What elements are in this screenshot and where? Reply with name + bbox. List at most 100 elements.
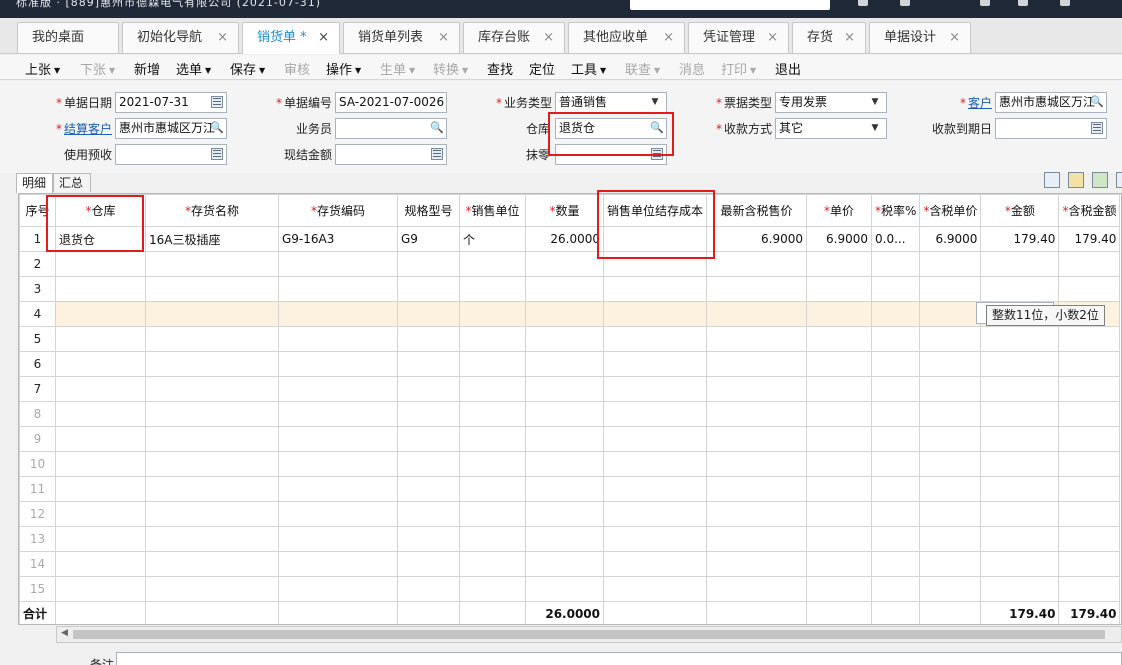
grid-select-icon[interactable] (211, 148, 223, 160)
prepay-field[interactable] (115, 144, 227, 165)
grid-cell[interactable] (145, 401, 279, 427)
new-button[interactable]: 新增 (134, 59, 160, 78)
table-row[interactable]: 11 (19, 476, 1121, 502)
grid-cell[interactable] (919, 351, 982, 377)
grid-cell[interactable] (602, 501, 708, 527)
tab-desktop[interactable]: 我的桌面 (17, 22, 119, 53)
grid-cell[interactable] (919, 251, 982, 277)
grid-cell[interactable] (806, 276, 873, 302)
linked-query-button[interactable]: 联查 ▼ (625, 59, 660, 78)
close-icon[interactable]: × (318, 23, 329, 52)
table-row[interactable]: 1 退货仓 16A三极插座 G9-16A3 G9 个 26.0000 6.9000 6.9000… (19, 226, 1121, 252)
grid-cell[interactable] (55, 326, 146, 352)
grid-cell[interactable] (1058, 276, 1121, 302)
grid-cell[interactable] (55, 251, 146, 277)
search-icon[interactable]: 🔍 (210, 121, 224, 135)
grid-cell[interactable] (145, 326, 279, 352)
grid-cell[interactable] (980, 426, 1060, 452)
grid-cell[interactable] (980, 351, 1060, 377)
grid-cell[interactable] (145, 501, 279, 527)
grid-cell[interactable]: 6.9000 (706, 226, 808, 252)
grid-cell[interactable] (278, 526, 398, 552)
grid-cell[interactable] (919, 276, 982, 302)
grid-cell[interactable] (871, 426, 921, 452)
table-row[interactable]: 8 (19, 401, 1121, 427)
grid-cell[interactable]: 退货仓 (55, 226, 146, 252)
copy-row-icon[interactable] (1044, 172, 1060, 188)
tab-doc-design[interactable]: 单据设计 × (869, 22, 971, 53)
grid-cell[interactable] (145, 526, 279, 552)
remark-field[interactable] (116, 652, 1122, 665)
grid-cell[interactable] (397, 501, 460, 527)
grid-cell[interactable] (980, 501, 1060, 527)
grid-cell[interactable] (278, 376, 398, 402)
table-row[interactable]: 14 (19, 551, 1121, 577)
grid-cell[interactable] (602, 376, 708, 402)
prev-button[interactable]: 上张 ▼ (25, 59, 60, 78)
cash-amount-field[interactable] (335, 144, 447, 165)
horizontal-scrollbar[interactable]: ◀ (56, 626, 1122, 643)
grid-cell[interactable] (397, 326, 460, 352)
close-icon[interactable]: × (438, 23, 449, 52)
grid-cell[interactable]: 26.0000 (525, 226, 604, 252)
close-icon[interactable]: × (217, 23, 228, 52)
grid-cell[interactable] (602, 426, 708, 452)
grid-cell[interactable] (706, 526, 808, 552)
subtab-summary[interactable]: 汇总 (53, 173, 91, 192)
grid-cell[interactable] (919, 551, 982, 577)
user-icon[interactable] (858, 0, 868, 6)
tab-inventory-ledger[interactable]: 库存台账 × (463, 22, 565, 53)
grid-cell[interactable] (278, 426, 398, 452)
grid-cell[interactable] (919, 476, 982, 502)
grid-cell[interactable] (871, 501, 921, 527)
grid-cell[interactable]: 6.9000 (806, 226, 873, 252)
column-header[interactable]: *单价 (806, 194, 873, 227)
grid-cell[interactable] (145, 426, 279, 452)
grid-cell[interactable] (1058, 326, 1121, 352)
close-icon[interactable]: × (663, 23, 674, 52)
grid-cell[interactable] (525, 401, 604, 427)
column-header[interactable]: *仓库 (55, 194, 146, 227)
grid-cell[interactable] (706, 401, 808, 427)
grid-cell[interactable] (55, 476, 146, 502)
settings-icon[interactable] (900, 0, 910, 6)
grid-cell[interactable] (871, 251, 921, 277)
close-icon[interactable]: × (844, 23, 855, 52)
generate-doc-button[interactable]: 生单 ▼ (380, 59, 415, 78)
grid-cell[interactable] (525, 301, 604, 327)
grid-cell[interactable] (871, 351, 921, 377)
grid-cell[interactable] (806, 526, 873, 552)
grid-cell[interactable] (525, 476, 604, 502)
grid-cell[interactable] (706, 501, 808, 527)
grid-cell[interactable] (525, 276, 604, 302)
grid-cell[interactable] (602, 226, 708, 252)
table-row[interactable]: 7 (19, 376, 1121, 402)
grid-cell[interactable] (706, 451, 808, 477)
grid-cell[interactable] (459, 426, 526, 452)
grid-cell[interactable] (145, 251, 279, 277)
grid-cell[interactable] (1058, 576, 1121, 602)
locate-button[interactable]: 定位 (529, 59, 555, 78)
grid-cell[interactable] (1058, 401, 1121, 427)
grid-cell[interactable] (459, 301, 526, 327)
grid-cell[interactable] (602, 451, 708, 477)
grid-cell[interactable] (459, 551, 526, 577)
grid-select-icon[interactable] (651, 148, 663, 160)
grid-cell[interactable] (602, 351, 708, 377)
tab-sales-list[interactable]: 销货单列表 × (343, 22, 460, 53)
biz-type-select[interactable]: 普通销售 ▼ (555, 92, 667, 113)
titlebar-search-box[interactable] (630, 0, 830, 10)
grid-cell[interactable] (980, 526, 1060, 552)
grid-cell[interactable] (278, 576, 398, 602)
column-header[interactable]: *数量 (525, 194, 604, 227)
collect-due-field[interactable] (995, 118, 1107, 139)
grid-cell[interactable] (1058, 426, 1121, 452)
grid-cell[interactable] (459, 251, 526, 277)
grid-cell[interactable] (145, 351, 279, 377)
tab-voucher-mgmt[interactable]: 凭证管理 × (688, 22, 789, 53)
grid-cell[interactable] (980, 576, 1060, 602)
grid-cell[interactable] (871, 301, 921, 327)
grid-cell[interactable] (919, 301, 982, 327)
tab-other-receivable[interactable]: 其他应收单 × (568, 22, 685, 53)
salesperson-field[interactable]: 🔍 (335, 118, 447, 139)
